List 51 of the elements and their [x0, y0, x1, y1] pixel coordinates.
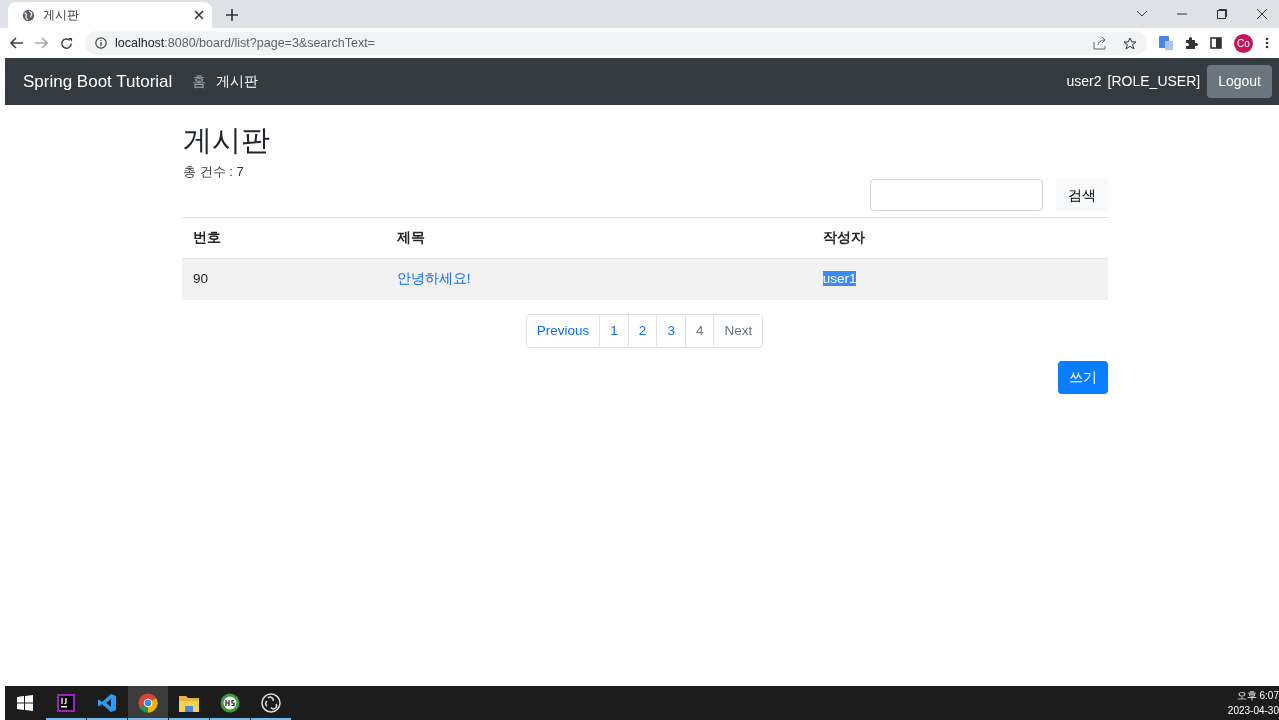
- column-header: 제목: [396, 230, 425, 246]
- share-icon[interactable]: [1093, 36, 1107, 50]
- new-tab-icon[interactable]: [226, 9, 238, 21]
- close-icon[interactable]: [194, 10, 204, 20]
- post-author: user1: [822, 271, 857, 287]
- username: user2: [1066, 72, 1102, 91]
- side-panel-icon[interactable]: [1210, 37, 1222, 49]
- search-button[interactable]: 검색: [1056, 179, 1108, 212]
- url-text: localhost:8080/board/list?page=3&searchText=: [115, 34, 376, 52]
- nav-link[interactable]: 홈: [192, 71, 217, 92]
- page-link[interactable]: 2: [627, 313, 658, 349]
- star-icon[interactable]: [1123, 36, 1137, 50]
- page-link[interactable]: 3: [656, 313, 686, 349]
- page-link[interactable]: 1: [599, 313, 629, 349]
- reload-icon[interactable]: [60, 36, 73, 50]
- post-title-link[interactable]: 안녕하세요!: [396, 271, 471, 287]
- nav-link[interactable]: 게시판: [216, 71, 269, 92]
- puzzle-icon[interactable]: [1185, 36, 1198, 50]
- write-button[interactable]: 쓰기: [1058, 361, 1108, 395]
- close-icon[interactable]: [1257, 9, 1267, 19]
- search-field[interactable]: [870, 179, 1043, 212]
- logout-button[interactable]: Logout: [1207, 65, 1272, 98]
- more-icon[interactable]: [1265, 37, 1269, 49]
- profile-avatar[interactable]: Co: [1234, 33, 1253, 53]
- total-count: 총 건수 : 7: [183, 162, 245, 181]
- tab-title: 게시판: [43, 7, 80, 24]
- clock-time: 오후 6:07: [1235, 689, 1279, 703]
- folder-icon: [179, 694, 199, 712]
- address-bar[interactable]: localhost:8080/board/list?page=3&searchText=: [85, 31, 1147, 55]
- back-arrow-icon[interactable]: [10, 37, 23, 49]
- taskbar-button[interactable]: [128, 686, 168, 720]
- ide-app-icon: [57, 694, 75, 712]
- navbar-brand[interactable]: Spring Boot Tutorial: [23, 68, 173, 95]
- user-role: [ROLE_USER]: [1107, 72, 1201, 91]
- column-header: 번호: [193, 230, 221, 246]
- recorder-app-icon: [261, 693, 281, 713]
- clock-date: 2023-04-30: [1227, 704, 1279, 718]
- browser-tab[interactable]: 게시판: [8, 2, 212, 28]
- info-icon: [95, 37, 107, 49]
- hs-app-icon: [220, 693, 240, 713]
- chevron-down-icon[interactable]: [1137, 11, 1147, 17]
- browser-app-icon: [138, 693, 158, 713]
- globe-icon: [22, 8, 35, 22]
- translate-icon[interactable]: [1159, 36, 1173, 50]
- page-link[interactable]: Previous: [525, 313, 601, 349]
- windows-logo-icon: [17, 695, 33, 711]
- maximize-icon[interactable]: [1217, 9, 1227, 19]
- column-header: 작성자: [822, 230, 865, 246]
- post-number: 90: [193, 271, 209, 287]
- code-editor-icon: [97, 693, 117, 713]
- page-title: 게시판: [183, 123, 271, 158]
